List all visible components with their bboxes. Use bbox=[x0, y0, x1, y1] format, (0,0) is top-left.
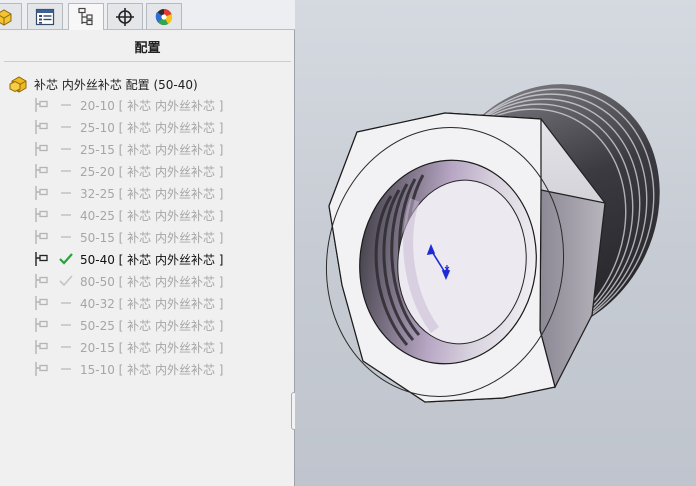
part-icon bbox=[9, 76, 27, 93]
configuration-item[interactable]: 40-32 [ 补芯 内外丝补芯 ] bbox=[33, 293, 224, 313]
configuration-node-icon bbox=[35, 142, 48, 156]
configuration-icon bbox=[78, 7, 93, 26]
configuration-node-icon bbox=[35, 362, 48, 376]
configuration-node-icon bbox=[35, 274, 48, 288]
hex-bushing-3d-model[interactable] bbox=[295, 0, 696, 486]
configuration-item[interactable]: 20-15 [ 补芯 内外丝补芯 ] bbox=[33, 337, 224, 357]
dash-icon bbox=[58, 98, 74, 112]
configuration-item[interactable]: 50-15 [ 补芯 内外丝补芯 ] bbox=[33, 227, 224, 247]
configuration-item[interactable]: 25-10 [ 补芯 内外丝补芯 ] bbox=[33, 117, 224, 137]
crosshair-icon bbox=[116, 7, 134, 26]
configuration-item-label: 32-25 [ 补芯 内外丝补芯 ] bbox=[80, 186, 224, 201]
title-divider bbox=[4, 61, 291, 62]
configuration-item[interactable]: 80-50 [ 补芯 内外丝补芯 ] bbox=[33, 271, 224, 291]
configuration-item[interactable]: 25-15 [ 补芯 内外丝补芯 ] bbox=[33, 139, 224, 159]
configuration-item[interactable]: 15-10 [ 补芯 内外丝补芯 ] bbox=[33, 359, 224, 379]
tab-property-manager[interactable] bbox=[27, 3, 63, 29]
configuration-item-label: 25-10 [ 补芯 内外丝补芯 ] bbox=[80, 120, 224, 135]
configuration-node-icon bbox=[35, 340, 48, 354]
configuration-item-label: 25-20 [ 补芯 内外丝补芯 ] bbox=[80, 164, 224, 179]
configuration-item-label: 15-10 [ 补芯 内外丝补芯 ] bbox=[80, 362, 224, 377]
dash-icon bbox=[58, 340, 74, 354]
graphics-viewport[interactable] bbox=[295, 0, 696, 486]
configuration-item[interactable]: 20-10 [ 补芯 内外丝补芯 ] bbox=[33, 95, 224, 115]
property-list-icon bbox=[35, 8, 55, 25]
tab-display-manager[interactable] bbox=[146, 3, 182, 29]
configuration-root-label: 补芯 内外丝补芯 配置 (50-40) bbox=[34, 77, 198, 92]
configuration-item-label: 20-10 [ 补芯 内外丝补芯 ] bbox=[80, 98, 224, 113]
configuration-item-label: 25-15 [ 补芯 内外丝补芯 ] bbox=[80, 142, 224, 157]
configuration-item-label: 50-40 [ 补芯 内外丝补芯 ] bbox=[80, 252, 224, 267]
configuration-node-icon bbox=[35, 98, 48, 112]
configuration-item-label: 40-32 [ 补芯 内外丝补芯 ] bbox=[80, 296, 224, 311]
configuration-item[interactable]: 25-20 [ 补芯 内外丝补芯 ] bbox=[33, 161, 224, 181]
dash-icon bbox=[58, 296, 74, 310]
configuration-manager-panel: 配置 补芯 内外丝补芯 配置 (50-40) 20-10 [ 补芯 内外丝补芯 … bbox=[0, 0, 302, 486]
dash-icon bbox=[58, 120, 74, 134]
configuration-node-icon bbox=[35, 252, 48, 266]
configuration-node-icon bbox=[35, 318, 48, 332]
manager-tab-bar bbox=[0, 0, 295, 30]
appearance-icon bbox=[155, 8, 173, 25]
configuration-node-icon bbox=[35, 296, 48, 310]
part-icon bbox=[0, 8, 12, 26]
configuration-item[interactable]: 40-25 [ 补芯 内外丝补芯 ] bbox=[33, 205, 224, 225]
tab-feature-manager[interactable] bbox=[0, 3, 22, 29]
configuration-node-icon bbox=[35, 186, 48, 200]
dash-icon bbox=[58, 362, 74, 376]
panel-title: 配置 bbox=[134, 41, 161, 56]
dash-icon bbox=[58, 164, 74, 178]
dash-icon bbox=[58, 142, 74, 156]
configuration-item[interactable]: 50-40 [ 补芯 内外丝补芯 ] bbox=[33, 249, 224, 269]
configuration-node-icon bbox=[35, 208, 48, 222]
configuration-item[interactable]: 50-25 [ 补芯 内外丝补芯 ] bbox=[33, 315, 224, 335]
dash-icon bbox=[58, 230, 74, 244]
configuration-item-label: 50-25 [ 补芯 内外丝补芯 ] bbox=[80, 318, 224, 333]
configuration-node-icon bbox=[35, 120, 48, 134]
dash-icon bbox=[58, 208, 74, 222]
configuration-root[interactable]: 补芯 内外丝补芯 配置 (50-40) bbox=[9, 74, 198, 94]
configuration-item-label: 20-15 [ 补芯 内外丝补芯 ] bbox=[80, 340, 224, 355]
configuration-node-icon bbox=[35, 164, 48, 178]
tab-dimxpert-manager[interactable] bbox=[107, 3, 143, 29]
configuration-item-label: 40-25 [ 补芯 内外丝补芯 ] bbox=[80, 208, 224, 223]
configuration-item[interactable]: 32-25 [ 补芯 内外丝补芯 ] bbox=[33, 183, 224, 203]
tab-configuration-manager[interactable] bbox=[68, 3, 104, 30]
configuration-item-label: 50-15 [ 补芯 内外丝补芯 ] bbox=[80, 230, 224, 245]
dash-icon bbox=[58, 318, 74, 332]
check-icon bbox=[58, 274, 74, 288]
dash-icon bbox=[58, 186, 74, 200]
configuration-node-icon bbox=[35, 230, 48, 244]
configuration-item-label: 80-50 [ 补芯 内外丝补芯 ] bbox=[80, 274, 224, 289]
active-check-icon bbox=[58, 252, 74, 266]
